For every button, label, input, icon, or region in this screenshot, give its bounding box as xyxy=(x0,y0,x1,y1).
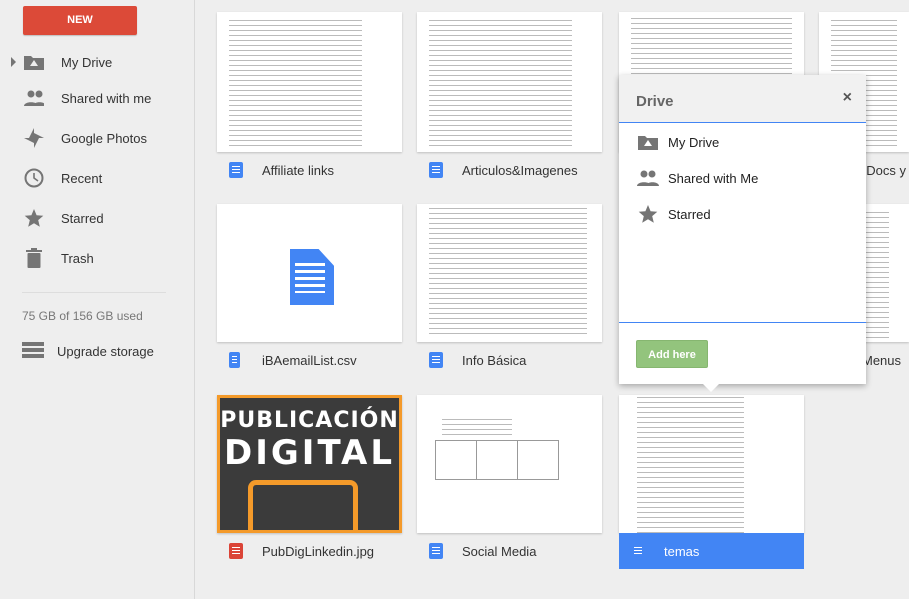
sidebar-item-label: Google Photos xyxy=(61,130,148,146)
file-name: temas xyxy=(664,543,700,559)
upgrade-storage-label: Upgrade storage xyxy=(57,343,154,359)
dialog-pointer xyxy=(703,384,719,392)
sidebar-item-trash[interactable]: Trash xyxy=(0,241,195,275)
file-thumbnail xyxy=(417,395,602,533)
file-name: Articulos&Imagenes xyxy=(462,162,578,178)
file-thumbnail xyxy=(217,12,402,152)
file-name: Social Media xyxy=(462,543,537,559)
sidebar-item-shared[interactable]: Shared with me xyxy=(0,81,195,115)
sidebar-item-label: Starred xyxy=(61,210,104,226)
sidebar-item-starred[interactable]: Starred xyxy=(0,201,195,235)
document-icon xyxy=(290,249,334,305)
file-thumbnail xyxy=(619,395,804,533)
storage-icon xyxy=(22,341,44,361)
file-thumbnail xyxy=(417,12,602,152)
dialog-item-label: Shared with Me xyxy=(668,170,759,186)
file-name: gDocs y xyxy=(859,162,906,178)
people-icon xyxy=(637,170,659,186)
add-here-button[interactable]: Add here xyxy=(636,340,708,368)
doc-icon xyxy=(429,352,443,368)
doc-icon xyxy=(429,162,443,178)
star-icon xyxy=(24,208,44,228)
doc-icon xyxy=(229,162,243,178)
people-icon xyxy=(24,88,44,108)
dialog-title: Drive xyxy=(636,93,674,110)
pinwheel-icon xyxy=(24,128,44,148)
doc-icon xyxy=(631,543,645,559)
dialog-item-label: My Drive xyxy=(668,134,720,150)
divider xyxy=(619,322,866,323)
star-icon xyxy=(637,204,659,224)
file-thumbnail: PUBLICACIÓN DIGITAL xyxy=(217,395,402,533)
close-icon[interactable]: × xyxy=(843,89,852,107)
sidebar-item-google-photos[interactable]: Google Photos xyxy=(0,121,195,155)
file-name: Menus xyxy=(862,352,902,368)
sidebar-item-recent[interactable]: Recent xyxy=(0,161,195,195)
image-file-icon xyxy=(229,543,243,559)
dialog-item-my-drive[interactable]: My Drive xyxy=(619,127,866,157)
clock-icon xyxy=(24,168,44,188)
expand-caret-icon[interactable] xyxy=(11,57,16,67)
sidebar-item-label: Recent xyxy=(61,170,103,186)
thumbnail-text: PUBLICACIÓN xyxy=(220,408,399,433)
doc-icon xyxy=(429,543,443,559)
file-name: iBAemailList.csv xyxy=(262,352,357,368)
sidebar-item-label: Shared with me xyxy=(61,90,152,106)
dialog-item-starred[interactable]: Starred xyxy=(619,199,866,229)
file-name: Info Básica xyxy=(462,352,527,368)
sidebar: NEW My Drive Shared with me Google Photo… xyxy=(0,0,195,599)
file-thumbnail xyxy=(217,204,402,342)
file-thumbnail xyxy=(417,204,602,342)
dialog-item-shared[interactable]: Shared with Me xyxy=(619,163,866,193)
sidebar-item-label: Trash xyxy=(61,250,94,266)
upgrade-storage-link[interactable]: Upgrade storage xyxy=(22,340,154,362)
file-name: PubDigLinkedin.jpg xyxy=(262,543,375,559)
sidebar-item-my-drive[interactable]: My Drive xyxy=(0,45,195,79)
move-to-drive-dialog: Drive × My Drive Shared with Me Starred … xyxy=(619,75,866,384)
dialog-item-label: Starred xyxy=(668,206,711,222)
drive-folder-icon xyxy=(637,134,659,150)
new-button[interactable]: NEW xyxy=(23,6,137,35)
drive-folder-icon xyxy=(24,52,44,72)
trash-icon xyxy=(24,248,44,268)
csv-file-icon xyxy=(229,352,240,368)
storage-usage: 75 GB of 156 GB used xyxy=(22,309,143,323)
thumbnail-text: DIGITAL xyxy=(224,433,395,473)
file-name: Affiliate links xyxy=(262,162,335,178)
sidebar-item-label: My Drive xyxy=(61,54,113,70)
divider xyxy=(22,292,166,293)
